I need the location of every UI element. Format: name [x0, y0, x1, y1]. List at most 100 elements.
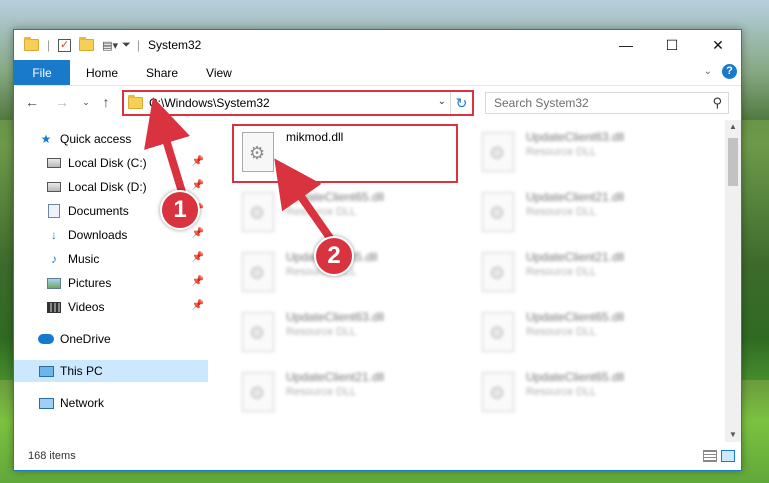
this-pc-icon [38, 363, 54, 379]
file-type: Resource DLL [286, 206, 357, 218]
new-folder-icon[interactable] [79, 30, 95, 60]
properties-check-icon[interactable]: ✓ [58, 30, 72, 60]
file-item[interactable]: UpdateClient21.dll Resource DLL [478, 188, 698, 246]
dll-file-icon [242, 192, 274, 232]
file-item[interactable]: UpdateClient21.dll Resource DLL [238, 368, 458, 426]
forward-arrow-icon[interactable]: → [52, 92, 72, 112]
sidebar-item-onedrive[interactable]: OneDrive [14, 328, 208, 350]
scroll-down-icon[interactable]: ▼ [725, 428, 741, 442]
tab-share[interactable]: Share [132, 60, 192, 85]
sidebar-item-label: OneDrive [60, 332, 111, 346]
file-item[interactable]: UpdateClient65.dll Resource DLL [478, 368, 698, 426]
sidebar-item-quick-access[interactable]: ★ Quick access [14, 128, 208, 150]
dll-file-icon [482, 132, 514, 172]
file-item[interactable]: UpdateClient65.dll Resource DLL [238, 188, 458, 246]
dll-file-icon [242, 252, 274, 292]
folder-icon [128, 95, 143, 109]
dll-file-icon [482, 192, 514, 232]
pin-icon: 📌 [191, 300, 204, 311]
sidebar-item-label: Network [60, 396, 105, 410]
recent-locations-icon[interactable]: ⌄ [76, 92, 96, 112]
dll-file-icon [482, 312, 514, 352]
vertical-scrollbar[interactable]: ▲ ▼ [725, 120, 741, 442]
chevron-down-icon[interactable]: ⏷ [122, 30, 131, 60]
file-type: Resource DLL [526, 386, 597, 398]
pin-icon: 📌 [191, 276, 204, 287]
sidebar-item-label: Local Disk (C:) [68, 156, 147, 170]
file-highlight-box [232, 124, 458, 183]
address-path: C:\Windows\System32 [149, 96, 270, 110]
file-list: mikmod.dll UpdateClient63.dll Resource D… [210, 120, 725, 442]
file-item[interactable]: UpdateClient63.dll Resource DLL [238, 308, 458, 366]
tab-file[interactable]: File [14, 60, 70, 85]
file-name: UpdateClient65.dll [526, 310, 625, 324]
sidebar-item-videos[interactable]: Videos 📌 [14, 296, 208, 318]
up-arrow-icon[interactable]: ↑ [96, 92, 116, 112]
file-type: Resource DLL [526, 326, 597, 338]
sidebar-item-pictures[interactable]: Pictures 📌 [14, 272, 208, 294]
tab-view[interactable]: View [192, 60, 246, 85]
sidebar-item-label: Downloads [68, 228, 128, 242]
file-name: UpdateClient65.dll [286, 190, 385, 204]
videos-icon [46, 299, 62, 315]
title-bar: | ✓ ▤▾ ⏷ | System32 — ☐ ✕ [14, 30, 741, 60]
search-input[interactable]: Search System32 ⚲ [485, 92, 729, 114]
refresh-icon[interactable]: ↻ [450, 92, 472, 114]
network-icon [38, 395, 54, 411]
file-type: Resource DLL [526, 266, 597, 278]
file-item[interactable]: UpdateClient63.dll Resource DLL [478, 128, 698, 186]
help-icon[interactable]: ? [722, 64, 737, 79]
scrollbar-thumb[interactable] [728, 138, 738, 186]
file-type: Resource DLL [526, 206, 597, 218]
sidebar-item-this-pc[interactable]: This PC [14, 360, 208, 382]
file-type: Resource DLL [526, 146, 597, 158]
expand-ribbon-icon[interactable]: ⌄ [704, 66, 712, 77]
status-bar: 168 items [14, 442, 741, 470]
folder-icon [24, 30, 39, 60]
tab-home[interactable]: Home [70, 60, 132, 85]
window-title: System32 [147, 38, 202, 52]
chevron-down-icon[interactable]: ⌄ [438, 96, 446, 107]
star-icon: ★ [40, 132, 52, 146]
sidebar-item-label: Music [68, 252, 100, 266]
scroll-up-icon[interactable]: ▲ [725, 120, 741, 134]
back-arrow-icon[interactable]: ← [22, 92, 42, 112]
separator: | [136, 38, 140, 52]
disk-icon [46, 179, 62, 195]
file-name: UpdateClient21.dll [526, 250, 625, 264]
sidebar-item-label: Documents [68, 204, 129, 218]
search-placeholder: Search System32 [494, 96, 589, 110]
sidebar-item-local-disk-c[interactable]: Local Disk (C:) 📌 [14, 152, 208, 174]
pin-icon: 📌 [191, 228, 204, 239]
step-1-badge: 1 [160, 190, 200, 230]
file-item[interactable]: UpdateClient65.dll Resource DLL [478, 308, 698, 366]
pictures-icon [46, 275, 62, 291]
music-icon: ♪ [51, 252, 57, 266]
file-name: UpdateClient63.dll [286, 310, 385, 324]
sidebar-item-label: Videos [68, 300, 105, 314]
sidebar-item-music[interactable]: ♪ Music 📌 [14, 248, 208, 270]
minimize-button[interactable]: — [603, 30, 649, 60]
dll-file-icon [482, 252, 514, 292]
file-type: Resource DLL [286, 386, 357, 398]
file-name: UpdateClient21.dll [526, 190, 625, 204]
documents-icon [46, 203, 62, 219]
sidebar-item-network[interactable]: Network [14, 392, 208, 414]
details-view-icon[interactable] [703, 450, 717, 462]
close-button[interactable]: ✕ [695, 30, 741, 60]
onedrive-icon [38, 331, 54, 347]
navigation-pane: ★ Quick access Local Disk (C:) 📌 Local D… [14, 120, 210, 442]
sidebar-item-label: This PC [60, 364, 103, 378]
customize-toolbar-icon[interactable]: ▤▾ [102, 30, 118, 60]
address-bar[interactable]: C:\Windows\System32 ⌄ ↻ [122, 90, 474, 116]
downloads-icon: ↓ [51, 228, 57, 242]
dll-file-icon [482, 372, 514, 412]
dll-file-icon [242, 312, 274, 352]
pin-icon: 📌 [191, 252, 204, 263]
file-name: UpdateClient21.dll [286, 370, 385, 384]
large-icons-view-icon[interactable] [721, 450, 735, 462]
sidebar-item-label: Local Disk (D:) [68, 180, 147, 194]
file-item[interactable]: UpdateClient21.dll Resource DLL [478, 248, 698, 306]
ribbon: File Home Share View ⌄ ? [14, 60, 741, 86]
maximize-button[interactable]: ☐ [649, 30, 695, 60]
